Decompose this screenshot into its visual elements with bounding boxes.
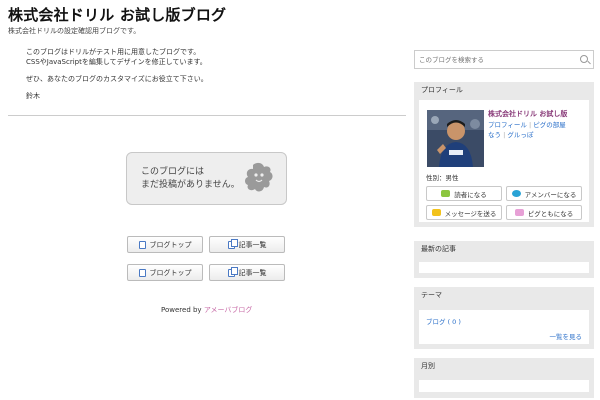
blog-top-button[interactable]: ブログトップ (127, 236, 203, 253)
pigg-icon (514, 209, 524, 216)
article-list-label: 記事一覧 (238, 240, 267, 249)
blog-header: 株式会社ドリル お試し版ブログ 株式会社ドリルの設定確認用ブログです。 (8, 5, 588, 36)
pages-icon (227, 238, 238, 249)
nav-row-bottom: ブログトップ 記事一覧 (127, 264, 287, 281)
article-list-button[interactable]: 記事一覧 (209, 236, 285, 253)
signature: 鈴木 (26, 92, 40, 100)
profile-widget: プロフィール 株式会社ドリル お試し版 プロフィール | ピグの部屋 なう | … (414, 82, 594, 227)
intro-line: CSSやJavaScriptを編集してデザインを修正しています。 (26, 58, 207, 66)
recent-articles-body (419, 262, 589, 273)
intro-line: このブログはドリルがテスト用に用意したブログです。 (26, 48, 201, 56)
become-reader-button[interactable]: 読者になる (426, 186, 502, 201)
monthly-archive-heading: 月別 (421, 362, 435, 370)
no-posts-text: このブログには まだ投稿がありません。 (141, 166, 240, 192)
powered-prefix: Powered by (161, 306, 202, 314)
pages-icon (227, 266, 238, 277)
blog-search (414, 50, 594, 69)
no-posts-notice: このブログには まだ投稿がありません。 (126, 152, 287, 205)
theme-widget: テーマ ブログ ( 0 ) 一覧を見る (414, 287, 594, 349)
profile-gender: 性別：男性 (426, 174, 459, 182)
reader-icon (441, 190, 451, 197)
amember-icon (511, 190, 521, 197)
theme-heading: テーマ (421, 291, 442, 299)
theme-blog-link[interactable]: ブログ ( 0 ) (426, 316, 461, 326)
blog-top-label: ブログトップ (149, 240, 192, 249)
now-link[interactable]: なう (488, 131, 501, 139)
become-reader-label: 読者になる (454, 190, 487, 199)
recent-articles-heading: 最新の記事 (421, 245, 456, 253)
blog-title[interactable]: 株式会社ドリル お試し版ブログ (8, 5, 588, 25)
become-pigg-friend-label: ピグともになる (527, 209, 574, 218)
search-icon[interactable] (580, 55, 588, 63)
powered-by: Powered by アメーバブログ (161, 305, 252, 315)
no-posts-line: まだ投稿がありません。 (141, 180, 240, 190)
ameba-character-icon (245, 162, 273, 192)
message-icon (431, 209, 441, 216)
gurupe-link[interactable]: グルっぽ (507, 131, 533, 139)
nav-row-top: ブログトップ 記事一覧 (127, 236, 287, 253)
ameba-blog-link[interactable]: アメーバブログ (204, 306, 253, 314)
send-message-label: メッセージを送る (444, 209, 497, 218)
send-message-button[interactable]: メッセージを送る (426, 205, 502, 220)
article-list-label: 記事一覧 (238, 268, 267, 277)
profile-heading: プロフィール (421, 86, 463, 94)
blog-top-button[interactable]: ブログトップ (127, 264, 203, 281)
home-icon (138, 268, 146, 277)
recent-articles-widget: 最新の記事 (414, 241, 594, 278)
search-input[interactable] (415, 51, 575, 68)
pigg-room-link[interactable]: ピグの部屋 (533, 121, 566, 129)
profile-name[interactable]: 株式会社ドリル お試し版 (488, 109, 567, 119)
profile-link[interactable]: プロフィール (488, 121, 527, 129)
blog-top-label: ブログトップ (149, 268, 192, 277)
link-separator: | (528, 121, 532, 129)
article-list-button[interactable]: 記事一覧 (209, 264, 285, 281)
become-amember-button[interactable]: アメンバーになる (506, 186, 582, 201)
profile-photo[interactable] (427, 110, 484, 167)
monthly-archive-widget: 月別 (414, 358, 594, 398)
no-posts-line: このブログには (141, 167, 205, 177)
see-all-themes-link[interactable]: 一覧を見る (550, 331, 583, 341)
become-amember-label: アメンバーになる (524, 190, 577, 199)
intro-message: このブログはドリルがテスト用に用意したブログです。 CSSやJavaScript… (26, 47, 396, 101)
link-separator: | (503, 131, 506, 139)
blog-description: 株式会社ドリルの設定確認用ブログです。 (8, 27, 141, 35)
profile-links: プロフィール | ピグの部屋 なう | グルっぽ (488, 120, 576, 140)
divider (8, 115, 406, 116)
monthly-archive-body (419, 380, 589, 392)
become-pigg-friend-button[interactable]: ピグともになる (506, 205, 582, 220)
home-icon (138, 240, 146, 249)
intro-line: ぜひ、あなたのブログのカスタマイズにお役立て下さい。 (26, 75, 208, 83)
